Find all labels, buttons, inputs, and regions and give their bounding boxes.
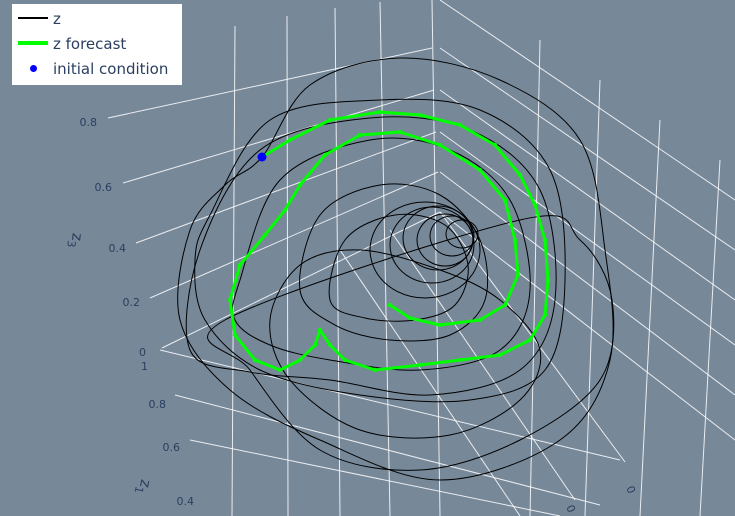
grid-line <box>584 79 601 516</box>
initial-condition-point <box>257 152 267 162</box>
z3-axis-ticks: 0.8 0.6 0.4 0.2 0 <box>80 116 147 359</box>
forecast-point <box>262 232 268 238</box>
grid-line <box>439 47 735 251</box>
grid-line <box>231 25 236 516</box>
grid-line <box>431 0 441 516</box>
forecast-point <box>437 142 443 148</box>
legend-swatch-line-icon <box>12 31 52 56</box>
z3-tick-label: 0.2 <box>123 296 141 309</box>
forecast-point <box>545 277 551 283</box>
forecast-point <box>527 337 533 343</box>
forecast-point <box>542 237 548 243</box>
grid-line <box>286 15 289 516</box>
forecast-point <box>277 367 283 373</box>
forecast-point <box>517 172 523 178</box>
forecast-point <box>387 302 393 308</box>
forecast-point <box>252 357 258 363</box>
grid-line <box>122 89 435 184</box>
trajectory-loop <box>207 215 615 471</box>
z3-tick-label: 0.6 <box>95 181 113 194</box>
forecast-point <box>357 132 363 138</box>
forecast-point <box>322 152 328 158</box>
trajectory-loop <box>429 215 475 257</box>
forecast-point <box>372 367 378 373</box>
grid-line <box>699 159 721 516</box>
forecast-point <box>297 357 303 363</box>
z1-tick-label: 1 <box>141 360 148 373</box>
grid-line <box>135 131 437 244</box>
z3-tick-label: 0.4 <box>109 242 127 255</box>
grid-line <box>439 131 735 346</box>
forecast-point <box>342 357 348 363</box>
z1-tick-label: 0.6 <box>163 441 181 454</box>
forecast-point <box>327 342 333 348</box>
grid-line <box>334 7 341 516</box>
forecast-point <box>327 117 333 123</box>
forecast-point <box>377 109 383 115</box>
forecast-point <box>317 327 323 333</box>
forecast-point <box>437 322 443 328</box>
forecast-point <box>417 362 423 368</box>
grid-lines <box>107 0 735 516</box>
z3-axis-title: z3 <box>64 232 86 249</box>
legend-item-z-forecast[interactable]: z forecast <box>12 31 182 56</box>
z1-axis-title: z1 <box>132 477 156 496</box>
forecast-point <box>312 342 318 348</box>
legend-item-z[interactable]: z <box>12 6 182 31</box>
trajectory-loop <box>416 213 474 267</box>
chart-area: 0.8 0.6 0.4 0.2 0 z3 1 0.8 0.6 0.4 z1 0 … <box>0 0 735 516</box>
forecast-path <box>228 110 550 372</box>
legend-swatch-dot-icon <box>12 56 52 81</box>
z1-axis-title-sub: 1 <box>132 485 146 495</box>
forecast-point <box>297 182 303 188</box>
forecast-point <box>477 167 483 173</box>
forecast-point <box>457 357 463 363</box>
forecast-point <box>282 207 288 213</box>
forecast-point <box>287 137 293 143</box>
grid-line <box>529 39 541 516</box>
z3-tick-label: 0.8 <box>80 116 98 129</box>
grid-line <box>149 171 439 299</box>
grid-line <box>159 349 621 461</box>
z1-tick-label: 0.8 <box>149 398 167 411</box>
forecast-point <box>512 237 518 243</box>
forecast-point <box>542 312 548 318</box>
forecast-point <box>515 272 521 278</box>
forecast-point <box>457 122 463 128</box>
forecast-point <box>397 129 403 135</box>
z2-tick-label: 0 <box>623 484 638 496</box>
legend-item-initial-condition[interactable]: initial condition <box>12 56 182 81</box>
grid-line <box>189 439 561 516</box>
trajectory-loop <box>231 137 531 371</box>
legend-label: z <box>53 9 61 28</box>
grid-line <box>439 171 735 396</box>
forecast-point <box>232 332 238 338</box>
legend-label: z forecast <box>53 34 127 53</box>
forecast-point <box>502 197 508 203</box>
forecast-point <box>502 302 508 308</box>
grid-line <box>639 119 661 516</box>
forecast-point <box>237 262 243 268</box>
trajectory-loop <box>269 249 542 439</box>
forecast-point <box>497 352 503 358</box>
legend: z z forecast initial condition <box>12 4 182 85</box>
legend-swatch-line-icon <box>12 6 52 31</box>
z3-axis-title-sub: 3 <box>64 240 78 248</box>
series-initial-condition <box>257 152 267 162</box>
z1-tick-label: 0.4 <box>177 495 195 508</box>
forecast-point <box>417 112 423 118</box>
z2-tick-label: 0 <box>563 503 578 515</box>
grid-line <box>439 89 735 301</box>
forecast-point <box>532 202 538 208</box>
z3-tick-label: 0 <box>139 346 146 359</box>
forecast-point <box>407 315 413 321</box>
forecast-point <box>477 317 483 323</box>
grid-line <box>439 211 735 441</box>
forecast-point <box>492 142 498 148</box>
forecast-point <box>227 297 233 303</box>
legend-label: initial condition <box>53 59 169 78</box>
